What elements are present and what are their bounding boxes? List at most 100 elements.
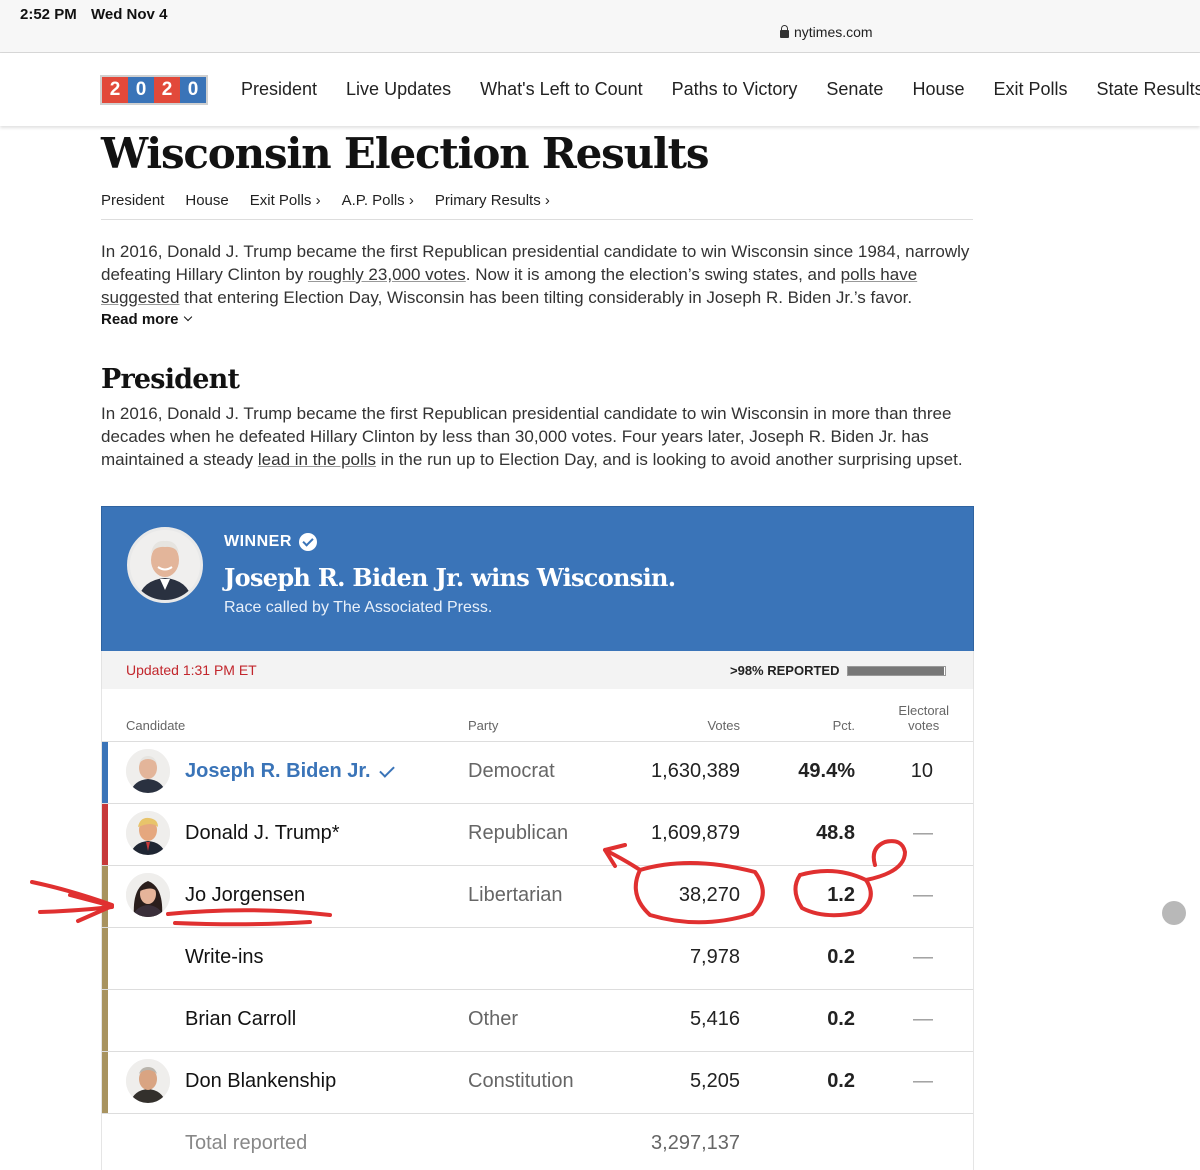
- section-text: in the run up to Election Day, and is lo…: [376, 450, 963, 469]
- url-text: nytimes.com: [794, 24, 873, 40]
- party-stripe: [102, 866, 108, 927]
- lead-in-polls-link[interactable]: lead in the polls: [258, 450, 376, 469]
- candidate-avatar: [126, 811, 170, 855]
- candidate-party: Democrat: [468, 760, 555, 782]
- candidate-name[interactable]: Write-ins: [185, 946, 264, 969]
- table-row[interactable]: Write-ins 7,978 0.2 —: [102, 928, 973, 990]
- nav-state-results[interactable]: State Results: [1097, 79, 1200, 100]
- logo-digit: 0: [180, 77, 206, 103]
- candidate-pct: 0.2: [827, 1008, 855, 1030]
- candidate-name[interactable]: Brian Carroll: [185, 1008, 296, 1031]
- candidate-party: Republican: [468, 822, 569, 844]
- total-row: Total reported 3,297,137: [102, 1114, 973, 1154]
- table-header: Candidate Party Votes Pct. Electoral vote…: [102, 689, 973, 742]
- table-row[interactable]: Joseph R. Biden Jr. Democrat 1,630,389 4…: [102, 742, 973, 804]
- table-row[interactable]: Donald J. Trump* Republican 1,609,879 48…: [102, 804, 973, 866]
- page-title: Wisconsin Election Results: [101, 129, 710, 178]
- candidate-electoral-votes: —: [913, 946, 933, 968]
- candidate-electoral-votes: —: [913, 1070, 933, 1092]
- table-row[interactable]: Jo Jorgensen Libertarian 38,270 1.2 —: [102, 866, 973, 928]
- total-votes: 3,297,137: [651, 1132, 740, 1154]
- nav-senate[interactable]: Senate: [826, 79, 883, 100]
- header-candidate: Candidate: [126, 718, 186, 733]
- subnav-exit-polls[interactable]: Exit Polls ›: [250, 192, 321, 209]
- subnav-president[interactable]: President: [101, 192, 164, 209]
- status-time: 2:52 PM: [20, 6, 77, 23]
- total-label: Total reported: [185, 1132, 308, 1154]
- candidate-pct: 48.8: [816, 822, 855, 844]
- candidate-party: Constitution: [468, 1070, 574, 1092]
- party-stripe: [102, 742, 108, 803]
- header-votes: Votes: [707, 718, 740, 733]
- intro-link-votes[interactable]: roughly 23,000 votes: [308, 265, 466, 284]
- subnav-primary-results[interactable]: Primary Results ›: [435, 192, 550, 209]
- reported-progress-bar: [847, 665, 947, 676]
- candidate-party: Libertarian: [468, 884, 563, 906]
- address-bar[interactable]: nytimes.com: [780, 24, 873, 40]
- biden-photo: [127, 527, 203, 603]
- winner-banner: WINNER Joseph R. Biden Jr. wins Wisconsi…: [101, 506, 974, 653]
- candidate-name[interactable]: Donald J. Trump*: [185, 822, 340, 845]
- nav-state-results-label: State Results: [1096, 79, 1200, 99]
- candidate-avatar: [126, 749, 170, 793]
- table-row[interactable]: Brian Carroll Other 5,416 0.2 —: [102, 990, 973, 1052]
- check-icon: [378, 761, 395, 778]
- subnav-house[interactable]: House: [185, 192, 228, 209]
- candidate-name[interactable]: Don Blankenship: [185, 1070, 336, 1093]
- candidate-electoral-votes: —: [913, 884, 933, 906]
- updated-time: Updated 1:31 PM ET: [126, 662, 257, 678]
- candidate-name[interactable]: Jo Jorgensen: [185, 884, 305, 907]
- nav-paths-to-victory[interactable]: Paths to Victory: [672, 79, 798, 100]
- reporting-bar: Updated 1:31 PM ET >98% REPORTED: [101, 651, 974, 689]
- nav-whats-left-to-count[interactable]: What's Left to Count: [480, 79, 643, 100]
- section-title: President: [101, 364, 240, 395]
- table-row[interactable]: Don Blankenship Constitution 5,205 0.2 —: [102, 1052, 973, 1114]
- reported-text: >98% REPORTED: [730, 663, 840, 678]
- lock-icon: [780, 24, 789, 39]
- candidate-votes: 38,270: [678, 884, 740, 906]
- candidate-pct: 0.2: [827, 946, 855, 968]
- candidate-pct: 0.2: [827, 1070, 855, 1092]
- annotation-arrow-line: [30, 880, 114, 907]
- check-icon: [298, 533, 317, 551]
- party-stripe: [102, 1052, 108, 1113]
- nav-house[interactable]: House: [912, 79, 964, 100]
- top-nav: 2 0 2 0 President Live Updates What's Le…: [0, 53, 1200, 126]
- intro-text: . Now it is among the election’s swing s…: [465, 265, 841, 284]
- status-bar: 2:52 PM Wed Nov 4 nytimes.com: [0, 0, 1200, 53]
- header-party: Party: [468, 718, 499, 733]
- nav-president[interactable]: President: [241, 79, 317, 100]
- candidate-party: Other: [468, 1008, 519, 1030]
- candidate-votes: 5,205: [689, 1070, 740, 1092]
- logo-2020[interactable]: 2 0 2 0: [100, 75, 208, 105]
- candidate-votes: 5,416: [689, 1008, 740, 1030]
- status-date: Wed Nov 4: [91, 6, 168, 23]
- candidate-votes: 1,609,879: [651, 822, 740, 844]
- candidate-name[interactable]: Joseph R. Biden Jr.: [185, 760, 395, 783]
- candidate-votes: 7,978: [689, 946, 740, 968]
- candidate-name-text: Joseph R. Biden Jr.: [185, 760, 371, 782]
- reported-progress-fill: [848, 666, 944, 675]
- main-content: Wisconsin Election Results President Hou…: [101, 126, 973, 471]
- chevron-down-icon: [183, 312, 192, 321]
- nav-live-updates[interactable]: Live Updates: [346, 79, 451, 100]
- candidate-avatar: [126, 1059, 170, 1103]
- candidate-pct: 49.4%: [798, 760, 855, 782]
- section-description: In 2016, Donald J. Trump became the firs…: [101, 402, 973, 471]
- reported-status: >98% REPORTED: [730, 663, 947, 678]
- candidate-electoral-votes: —: [913, 822, 933, 844]
- header-electoral-votes: Electoral votes: [898, 703, 949, 733]
- candidate-avatar: [126, 873, 170, 917]
- nav-exit-polls[interactable]: Exit Polls: [993, 79, 1067, 100]
- header-pct: Pct.: [832, 718, 855, 733]
- party-stripe: [102, 990, 108, 1051]
- winner-headline: Joseph R. Biden Jr. wins Wisconsin.: [224, 563, 676, 592]
- sub-nav: President House Exit Polls › A.P. Polls …: [101, 192, 973, 220]
- intro-paragraph: In 2016, Donald J. Trump became the firs…: [101, 240, 973, 309]
- party-stripe: [102, 928, 108, 989]
- scroll-indicator[interactable]: [1162, 901, 1186, 925]
- winner-label-text: WINNER: [224, 533, 292, 550]
- subnav-ap-polls[interactable]: A.P. Polls ›: [342, 192, 414, 209]
- candidate-pct: 1.2: [827, 884, 855, 906]
- read-more-button[interactable]: Read more: [101, 311, 973, 328]
